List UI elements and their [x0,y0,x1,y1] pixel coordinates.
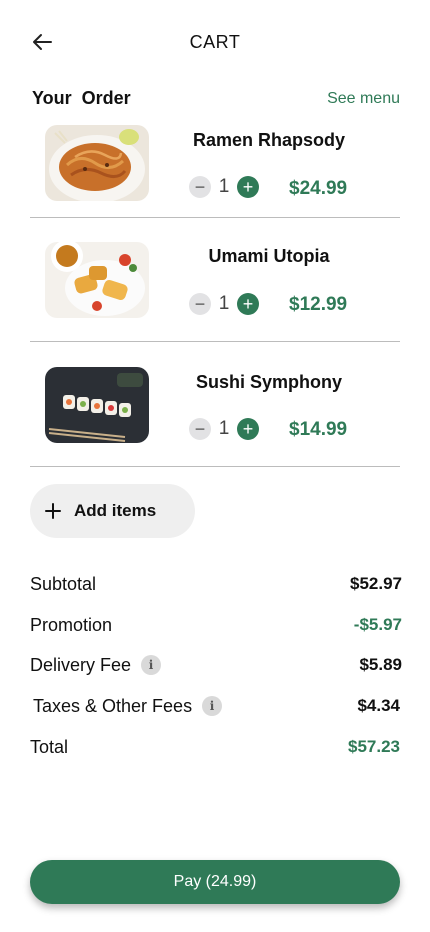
promotion-value: -$5.97 [353,615,402,634]
see-menu-link[interactable]: See menu [327,90,400,108]
minus-icon[interactable]: − [189,293,211,315]
minus-icon[interactable]: − [189,418,211,440]
delivery-fee-value: $5.89 [359,655,402,674]
quantity-value: 1 [218,293,230,314]
quantity-value: 1 [218,418,230,439]
divider [30,466,400,467]
header: CART [0,0,430,84]
item-name: Sushi Symphony [195,372,343,392]
delivery-fee-label-group: Delivery Fee i [30,654,162,676]
cart-item: Ramen Rhapsody − 1 + $24.99 [30,122,400,242]
subtotal-label: Subtotal [30,573,97,594]
subtotal-value: $52.97 [350,574,402,593]
divider [30,217,400,218]
delivery-fee-row: Delivery Fee i $5.89 [30,651,402,679]
item-name: Ramen Rhapsody [192,130,346,150]
item-price: $14.99 [289,419,348,440]
taxes-label: Taxes & Other Fees [33,695,193,716]
plus-icon[interactable]: + [237,418,259,440]
plus-icon[interactable]: + [237,176,259,198]
delivery-fee-label: Delivery Fee [30,654,132,675]
plus-icon [44,502,62,520]
add-items-button[interactable]: Add items [30,484,195,538]
taxes-value: $4.34 [357,696,400,715]
total-row: Total $57.23 [30,733,400,761]
quantity-stepper: − 1 + [189,176,259,198]
info-icon[interactable]: i [141,655,162,675]
taxes-label-group: Taxes & Other Fees i [33,695,223,717]
item-name: Umami Utopia [208,246,330,266]
taxes-row: Taxes & Other Fees i $4.34 [33,692,400,720]
minus-icon[interactable]: − [189,176,211,198]
ramen-image [45,125,149,201]
page-title: CART [189,32,241,52]
total-value: $57.23 [348,737,400,756]
quantity-value: 1 [218,176,230,197]
item-price: $12.99 [289,294,348,315]
promotion-label: Promotion [30,614,113,635]
umami-image [45,242,149,318]
item-price: $24.99 [289,178,348,199]
cart-item: Sushi Symphony − 1 + $14.99 [30,366,400,486]
quantity-stepper: − 1 + [189,293,259,315]
divider [30,341,400,342]
sushi-image [45,367,149,443]
plus-icon[interactable]: + [237,293,259,315]
quantity-stepper: − 1 + [189,418,259,440]
promotion-row: Promotion -$5.97 [30,611,402,639]
add-items-label: Add items [74,501,157,520]
info-icon[interactable]: i [202,696,223,716]
order-title: Your Order [32,88,131,108]
pay-button[interactable]: Pay (24.99) [30,860,400,904]
subtotal-row: Subtotal $52.97 [30,570,402,598]
total-label: Total [30,736,69,757]
cart-item: Umami Utopia − 1 + $12.99 [30,240,400,360]
order-header: Your Order See menu [32,88,400,109]
